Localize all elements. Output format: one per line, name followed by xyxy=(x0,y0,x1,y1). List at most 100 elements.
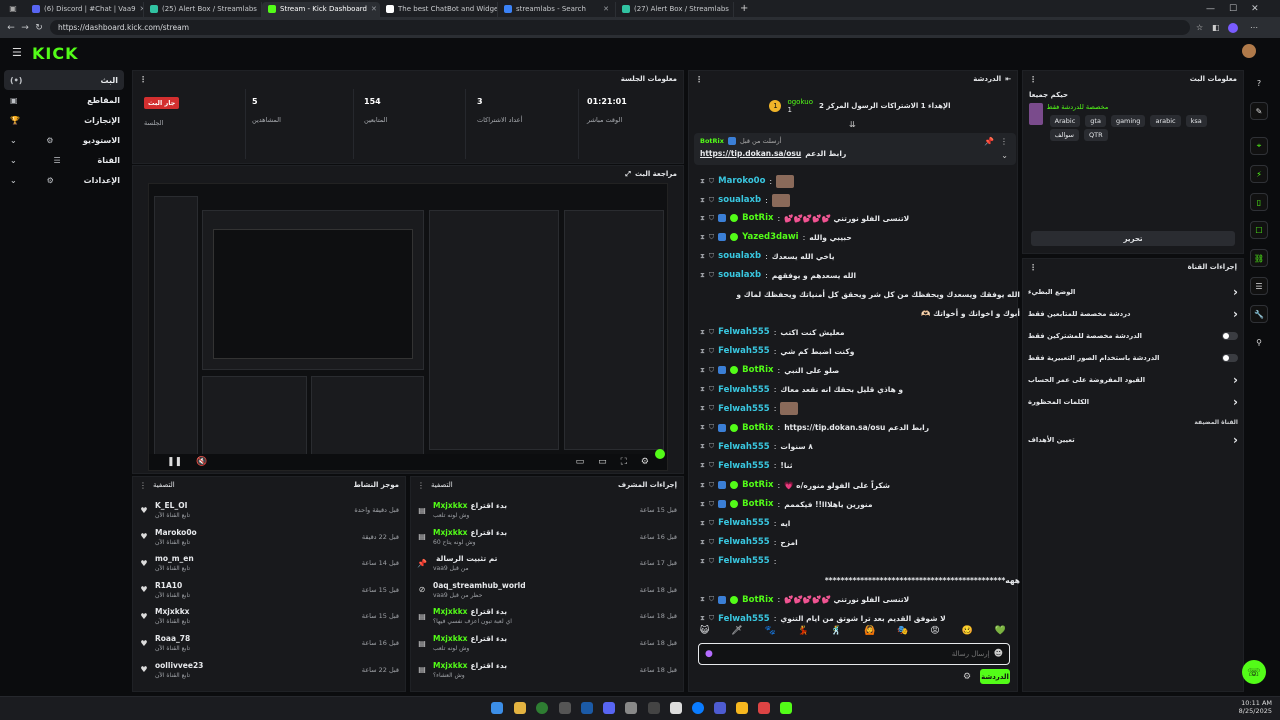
mic-icon[interactable]: ● xyxy=(705,649,713,659)
url-field[interactable]: https://dashboard.kick.com/stream xyxy=(50,20,1190,35)
chat-message[interactable]: ⧗ ⛉ Yazed3dawi: حبيبي والله xyxy=(700,228,1020,246)
chat-username[interactable]: BotRix xyxy=(742,499,773,509)
chat-username[interactable]: BotRix xyxy=(742,423,773,433)
window-menu-icon[interactable]: ▣ xyxy=(0,4,26,13)
stream-preview-video[interactable]: ❚❚ 🔇 ▭ ▭ ⛶ ⚙ xyxy=(148,183,668,471)
channel-action-item[interactable]: القناة المضيفة xyxy=(1028,412,1238,432)
stream-tag[interactable]: QTR xyxy=(1083,129,1108,141)
bolt-icon[interactable]: ⚡ xyxy=(1250,165,1268,183)
browser-tab[interactable]: Stream - Kick Dashboard ✕ xyxy=(262,1,380,17)
pin-icon[interactable]: 📌 xyxy=(984,137,994,146)
chat-username[interactable]: Felwah555 xyxy=(718,461,770,471)
chat-message[interactable]: ههه*************************************… xyxy=(700,572,1020,590)
channel-action-item[interactable]: الوضع البطيء › xyxy=(1028,282,1238,302)
chevron-right-icon[interactable]: › xyxy=(1233,433,1238,447)
edge-icon[interactable] xyxy=(692,702,704,714)
tab-close-icon[interactable]: ✕ xyxy=(603,5,609,13)
chat-message[interactable]: ⧗ ⛉ Felwah555: معليش كنت اكتب xyxy=(700,323,1020,341)
browser-tab[interactable]: streamlabs - Search ✕ xyxy=(498,1,616,17)
chevron-right-icon[interactable]: › xyxy=(1233,373,1238,387)
mod-action-user[interactable]: 0aq_streamhub_world xyxy=(433,581,526,590)
emote-icon[interactable]: 🎭 xyxy=(897,626,908,640)
channel-action-item[interactable]: الكلمات المحظورة › xyxy=(1028,392,1238,412)
panel-menu-icon[interactable]: ⋮ xyxy=(139,75,147,84)
chat-username[interactable]: Felwah555 xyxy=(718,404,770,414)
panel-menu-icon[interactable]: ⋮ xyxy=(695,75,703,84)
chat-message[interactable]: ⧗ ⛉ soualaxb: ياخي الله يسعدك xyxy=(700,247,1020,265)
toggle-switch[interactable] xyxy=(1222,354,1238,362)
activity-username[interactable]: R1A10 xyxy=(155,581,190,590)
activity-filter[interactable]: التصفية xyxy=(153,481,175,490)
chat-username[interactable]: BotRix xyxy=(742,595,773,605)
app-icon[interactable] xyxy=(648,702,660,714)
chat-username[interactable]: Felwah555 xyxy=(718,385,770,395)
stream-tag[interactable]: gta xyxy=(1085,115,1106,127)
new-tab-button[interactable]: + xyxy=(734,3,754,14)
sidebar-item[interactable]: الإنجازات 🏆 xyxy=(0,110,128,130)
emote-icon[interactable]: 🕺 xyxy=(831,626,842,640)
chat-message[interactable]: ⧗ ⛉ Felwah555: xyxy=(700,552,1020,570)
stream-tag[interactable]: gaming xyxy=(1110,115,1146,127)
chat-message[interactable]: ⧗ ⛉ BotRix: منورين ياهلااا!! فيكممم xyxy=(700,495,1020,513)
stack-icon[interactable]: ☰ xyxy=(1250,277,1268,295)
app-icon[interactable] xyxy=(758,702,770,714)
chrome-icon[interactable] xyxy=(536,702,548,714)
reload-icon[interactable]: ↻ xyxy=(32,23,46,33)
pause-icon[interactable]: ❚❚ xyxy=(167,457,182,467)
pencil-icon[interactable]: ✎ xyxy=(1250,102,1268,120)
chevron-right-icon[interactable]: › xyxy=(1233,307,1238,321)
channel-action-item[interactable]: الدردشة مخصصة للمشتركين فقط xyxy=(1028,326,1238,346)
channel-action-item[interactable]: تعيين الأهداف › xyxy=(1028,430,1238,450)
mod-action-user[interactable]: Mxjxkkx xyxy=(433,501,468,510)
chat-username[interactable]: soualaxb xyxy=(718,270,761,280)
app-icon[interactable] xyxy=(670,702,682,714)
mute-icon[interactable]: 🔇 xyxy=(196,457,207,467)
forward-icon[interactable]: → xyxy=(18,23,32,33)
emote-icon[interactable]: 🗡 xyxy=(731,626,742,640)
chat-message[interactable]: ⧗ ⛉ Felwah555:٨ سنوات xyxy=(700,438,1020,456)
app-icon[interactable] xyxy=(625,702,637,714)
pinned-link[interactable]: https://tip.dokan.sa/osu xyxy=(700,149,801,158)
channel-action-item[interactable]: القيود المفروضة على عمر الحساب › xyxy=(1028,370,1238,390)
app-icon[interactable] xyxy=(559,702,571,714)
kick-logo[interactable]: KICK xyxy=(32,44,79,63)
chat-username[interactable]: Felwah555 xyxy=(718,537,770,547)
emote-icon[interactable]: 🥴 xyxy=(962,626,973,640)
panel-menu-icon[interactable]: ⋮ xyxy=(1029,263,1037,272)
chat-message[interactable]: ⧗ ⛉ BotRix: صلو على النبي xyxy=(700,361,1020,379)
hamburger-menu-icon[interactable]: ☰ xyxy=(12,46,22,59)
activity-username[interactable]: Mxjxkkx xyxy=(155,607,190,616)
chat-message[interactable]: ⧗ ⛉ Felwah555: ثنا! xyxy=(700,457,1020,475)
close-window-icon[interactable]: ✕ xyxy=(1251,4,1259,14)
sidebar-item[interactable]: الاستوديو ⚙ ⌄ xyxy=(0,130,128,150)
user-avatar[interactable] xyxy=(1242,44,1256,58)
discord-icon[interactable] xyxy=(603,702,615,714)
activity-username[interactable]: Roaa_78 xyxy=(155,634,190,643)
chat-username[interactable]: Felwah555 xyxy=(718,556,770,566)
chat-username[interactable]: BotRix xyxy=(742,365,773,375)
channel-action-item[interactable]: دردشة مخصصة للمتابعين فقط › xyxy=(1028,304,1238,324)
chat-username[interactable]: Yazed3dawi xyxy=(742,232,798,242)
steam-icon[interactable] xyxy=(581,702,593,714)
emote-icon[interactable]: 💚 xyxy=(995,626,1006,640)
minimize-icon[interactable]: — xyxy=(1206,4,1215,14)
collapse-leaderboard-icon[interactable]: ⇊ xyxy=(849,120,856,129)
tab-close-icon[interactable]: ✕ xyxy=(371,5,377,13)
windows-start-icon[interactable] xyxy=(491,702,503,714)
back-icon[interactable]: ← xyxy=(4,23,18,33)
file-explorer-icon[interactable] xyxy=(514,702,526,714)
chat-username[interactable]: Felwah555 xyxy=(718,518,770,528)
sidebar-item[interactable]: القناة ☰ ⌄ xyxy=(0,150,128,170)
browser-tab[interactable]: (25) Alert Box / Streamlabs✕ xyxy=(144,1,262,17)
profile-avatar-icon[interactable] xyxy=(1228,22,1238,33)
emoji-icon[interactable]: ☻ xyxy=(994,649,1003,659)
browser-tab[interactable]: The best ChatBot and Widgets for✕ xyxy=(380,1,498,17)
chat-input[interactable]: ● إرسال رسالة ☻ xyxy=(698,643,1010,665)
chat-message[interactable]: ⧗ ⛉ BotRix: رابط الدعم https://tip.dokan.sa… xyxy=(700,419,1020,437)
emote-icon[interactable]: 😡 xyxy=(930,626,939,640)
panel-menu-icon[interactable]: ⋮ xyxy=(139,481,147,490)
chevron-down-icon[interactable]: ⌄ xyxy=(1001,151,1008,160)
wrench-icon[interactable]: 🔧 xyxy=(1250,305,1268,323)
chat-message[interactable]: ⧗ ⛉ BotRix: لاتنسى الفلو نورتني 💕💕💕💕💕 xyxy=(700,209,1020,227)
app-icon[interactable] xyxy=(736,702,748,714)
